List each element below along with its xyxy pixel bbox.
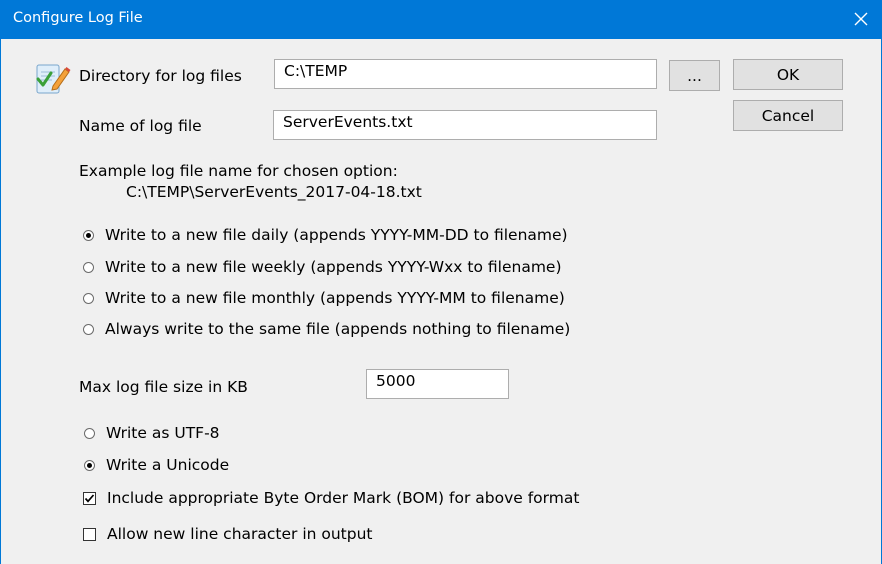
radio-button[interactable] [83,292,94,304]
radio-button[interactable] [83,261,94,273]
directory-label: Directory for log files [79,67,242,85]
radio-rotation-monthly[interactable]: Write to a new file monthly (appends YYY… [83,289,565,307]
window-title: Configure Log File [13,10,143,26]
checkbox-newline[interactable]: Allow new line character in output [83,525,373,543]
radio-button[interactable] [83,323,94,335]
radio-label: Write to a new file monthly (appends YYY… [105,289,565,307]
cancel-button[interactable]: Cancel [733,100,843,131]
checkbox-label: Include appropriate Byte Order Mark (BOM… [107,489,580,507]
checkbox-bom[interactable]: Include appropriate Byte Order Mark (BOM… [83,489,579,507]
radio-rotation-same[interactable]: Always write to the same file (appends n… [83,320,570,338]
maxsize-label: Max log file size in KB [79,378,248,396]
radio-rotation-daily[interactable]: Write to a new file daily (appends YYYY-… [83,226,568,244]
radio-label: Write to a new file weekly (appends YYYY… [105,258,562,276]
radio-button[interactable] [83,229,94,241]
edit-document-checkmark-icon [32,58,72,102]
radio-label: Write as UTF-8 [106,424,220,442]
radio-rotation-weekly[interactable]: Write to a new file weekly (appends YYYY… [83,258,562,276]
maxsize-input[interactable]: 5000 [366,369,509,399]
radio-button[interactable] [84,459,95,471]
checkbox-label: Allow new line character in output [107,525,373,543]
example-filename: C:\TEMP\ServerEvents_2017-04-18.txt [126,183,422,201]
close-icon[interactable] [850,8,872,30]
radio-label: Write to a new file daily (appends YYYY-… [105,226,568,244]
checkbox-box[interactable] [83,527,96,541]
checkbox-box[interactable] [83,491,96,505]
radio-button[interactable] [84,427,95,439]
radio-encoding-unicode[interactable]: Write a Unicode [84,456,229,474]
radio-label: Always write to the same file (appends n… [105,320,571,338]
filename-input[interactable]: ServerEvents.txt [273,110,657,140]
title-bar: Configure Log File [0,0,882,39]
filename-label: Name of log file [79,117,202,135]
window-border-left [0,39,1,564]
ok-button[interactable]: OK [733,59,843,90]
radio-label: Write a Unicode [106,456,230,474]
browse-button[interactable]: ... [669,60,720,91]
radio-encoding-utf8[interactable]: Write as UTF-8 [84,424,220,442]
directory-input[interactable]: C:\TEMP [274,59,657,89]
example-heading: Example log file name for chosen option: [79,162,398,180]
